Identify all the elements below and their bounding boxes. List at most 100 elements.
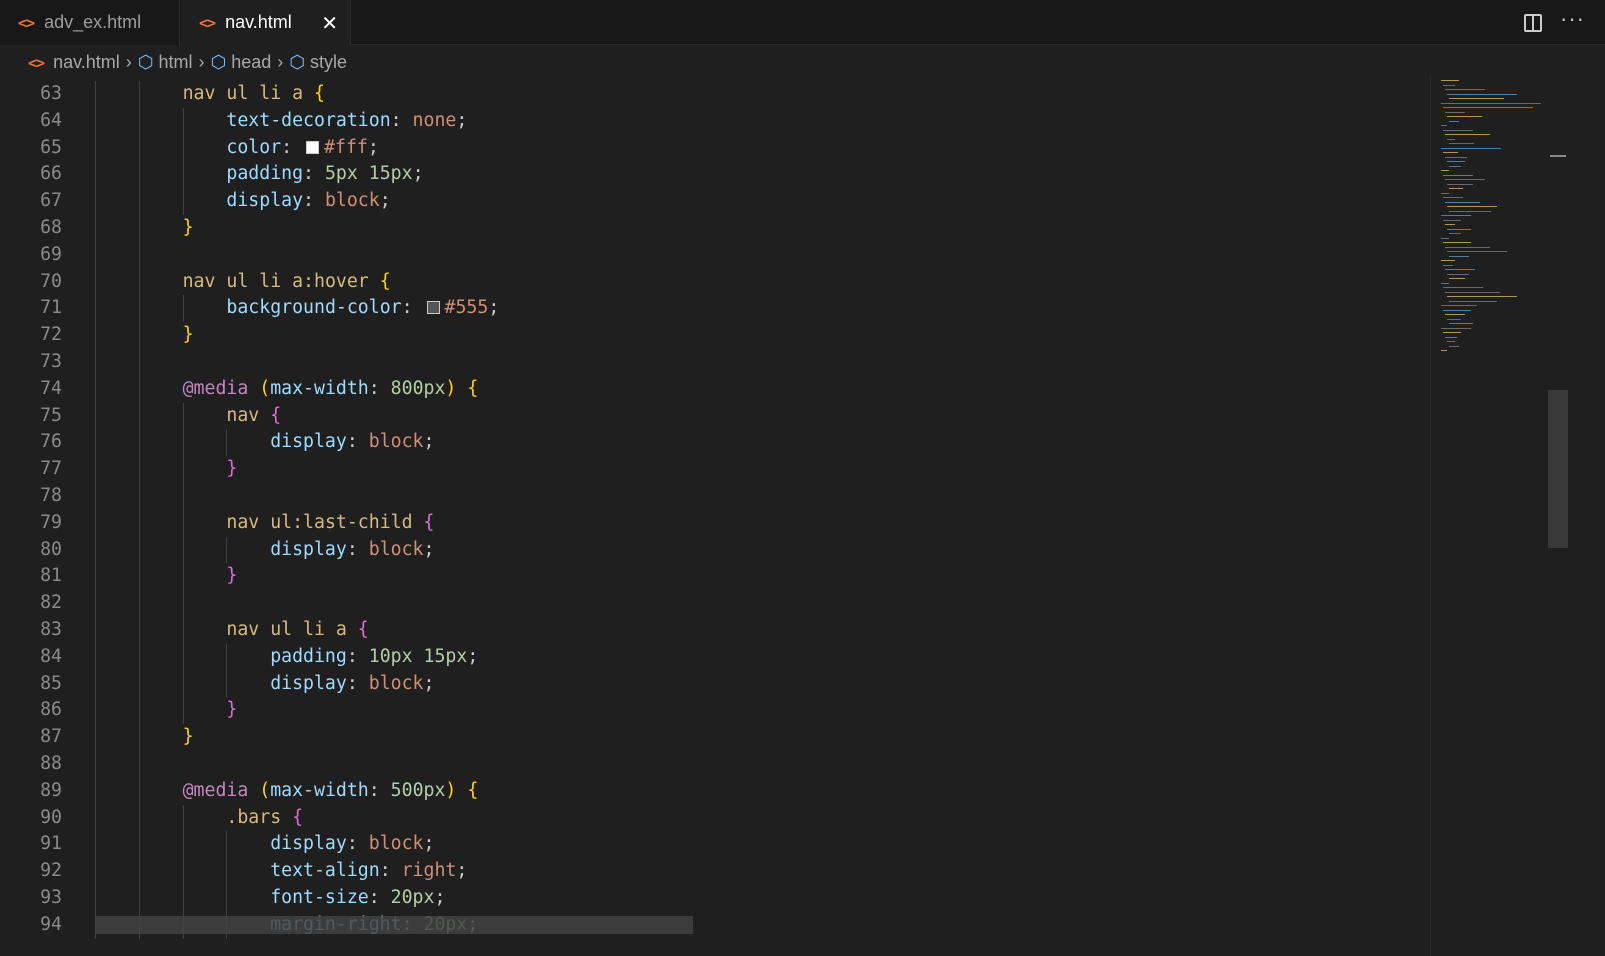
- line-number: 75: [40, 404, 62, 426]
- code-line[interactable]: @media (max-width: 800px) {: [183, 376, 479, 403]
- line-number: 64: [40, 109, 62, 131]
- code-token: :: [346, 833, 369, 855]
- minimap-line: [1449, 98, 1504, 99]
- minimap-line: [1443, 332, 1461, 333]
- minimap-line: [1447, 318, 1461, 320]
- code-line[interactable]: .bars {: [226, 805, 303, 832]
- minimap-line: [1441, 147, 1501, 149]
- code-token: (: [259, 377, 271, 399]
- breadcrumb-head[interactable]: ⬡ head: [211, 52, 272, 73]
- minimap-line: [1441, 282, 1449, 284]
- minimap-line: [1449, 120, 1459, 122]
- code-token: color: [226, 136, 282, 158]
- code-line[interactable]: padding: 5px 15px;: [226, 161, 423, 188]
- minimap-line: [1443, 309, 1471, 311]
- close-icon[interactable]: ✕: [321, 11, 338, 36]
- tab-bar: <> adv_ex.html <> nav.html ✕ ···: [0, 0, 1605, 45]
- code-line[interactable]: text-align: right;: [270, 858, 467, 885]
- vertical-scrollbar-thumb[interactable]: [1548, 390, 1568, 548]
- code-token: font-size: [270, 887, 369, 908]
- code-line[interactable]: }: [183, 724, 194, 751]
- line-number: 65: [40, 136, 62, 158]
- code-token: text-align: [270, 860, 380, 882]
- code-token: ): [445, 779, 457, 801]
- tab-adv-ex-html[interactable]: <> adv_ex.html: [0, 0, 180, 45]
- minimap-line: [1447, 161, 1465, 162]
- minimap-line: [1443, 197, 1463, 198]
- line-number: 73: [40, 351, 62, 372]
- breadcrumb-file[interactable]: <> nav.html: [28, 52, 120, 73]
- minimap-line: [1449, 300, 1497, 302]
- color-swatch[interactable]: [426, 301, 440, 315]
- code-line[interactable]: display: block;: [270, 671, 434, 698]
- code-token: ;: [367, 136, 379, 158]
- code-token: max-width: [270, 779, 369, 801]
- code-token: {: [357, 619, 369, 640]
- indent-guide: [182, 295, 184, 323]
- indent-guide: [226, 536, 228, 564]
- minimap-line: [1441, 192, 1449, 194]
- code-line[interactable]: color: #fff;: [226, 135, 378, 162]
- code-token: text-decoration: [226, 109, 391, 131]
- code-token: background-color: [226, 297, 402, 319]
- horizontal-scrollbar[interactable]: [95, 916, 693, 934]
- code-line[interactable]: }: [183, 322, 194, 349]
- tab-nav-html[interactable]: <> nav.html ✕: [181, 0, 351, 45]
- code-line[interactable]: padding: 10px 15px;: [270, 644, 478, 671]
- code-line[interactable]: @media (max-width: 500px) {: [183, 778, 479, 805]
- breadcrumb-style[interactable]: ⬡ style: [289, 52, 347, 73]
- code-token: :: [346, 645, 369, 667]
- html-code-icon: <>: [199, 13, 216, 32]
- code-line[interactable]: display: block;: [270, 429, 434, 456]
- minimap[interactable]: [1430, 76, 1548, 956]
- code-editor[interactable]: 63 64 65 66 67 68 69 70 71 72 73 74 75 76 77 78 79 80 81 82…: [0, 80, 1430, 956]
- cube-icon: ⬡: [210, 52, 227, 72]
- code-line[interactable]: }: [226, 563, 237, 590]
- code-line[interactable]: nav ul li a {: [183, 81, 325, 108]
- minimap-line: [1441, 260, 1455, 261]
- minimap-line: [1447, 206, 1497, 207]
- code-token: {: [423, 511, 435, 533]
- minimap-line: [1447, 341, 1455, 342]
- line-number: 86: [40, 699, 62, 721]
- code-line[interactable]: }: [226, 456, 237, 483]
- minimap-line: [1445, 269, 1475, 270]
- code-token: 10px 15px: [368, 645, 468, 667]
- breadcrumb-html[interactable]: ⬡ html: [138, 52, 193, 73]
- chevron-right-icon: ›: [125, 52, 132, 72]
- code-line[interactable]: nav {: [226, 403, 281, 430]
- cube-icon: ⬡: [137, 52, 154, 72]
- code-token: {: [314, 83, 325, 104]
- code-line[interactable]: nav ul li a {: [226, 617, 368, 644]
- color-swatch[interactable]: [306, 140, 320, 154]
- code-line[interactable]: display: block;: [226, 188, 390, 215]
- minimap-line: [1441, 80, 1459, 81]
- code-token: :: [401, 297, 424, 319]
- code-line[interactable]: }: [183, 215, 194, 242]
- code-line[interactable]: nav ul li a:hover {: [183, 269, 391, 296]
- code-token: display: [226, 190, 304, 212]
- code-token: display: [270, 431, 347, 453]
- code-line[interactable]: nav ul:last-child {: [226, 510, 434, 537]
- code-token: #fff: [324, 136, 368, 158]
- code-line[interactable]: text-decoration: none;: [226, 108, 467, 135]
- minimap-line: [1443, 84, 1455, 86]
- tab-label: adv_ex.html: [44, 12, 142, 32]
- code-line[interactable]: display: block;: [270, 831, 434, 858]
- code-token: :: [368, 887, 391, 908]
- more-actions-icon[interactable]: ···: [1560, 6, 1585, 32]
- minimap-line: [1449, 323, 1473, 324]
- split-editor-icon[interactable]: [1524, 13, 1543, 32]
- code-line[interactable]: }: [226, 697, 237, 724]
- code-token: {: [379, 270, 391, 292]
- code-line[interactable]: display: block;: [270, 537, 434, 564]
- code-line[interactable]: background-color: #555;: [226, 295, 499, 322]
- code-line[interactable]: font-size: 20px;: [270, 885, 445, 912]
- code-token: ;: [488, 297, 500, 319]
- chevron-right-icon: ›: [277, 52, 284, 72]
- code-token: {: [292, 806, 304, 828]
- indent-guide: [226, 831, 228, 939]
- code-token: (: [259, 779, 271, 801]
